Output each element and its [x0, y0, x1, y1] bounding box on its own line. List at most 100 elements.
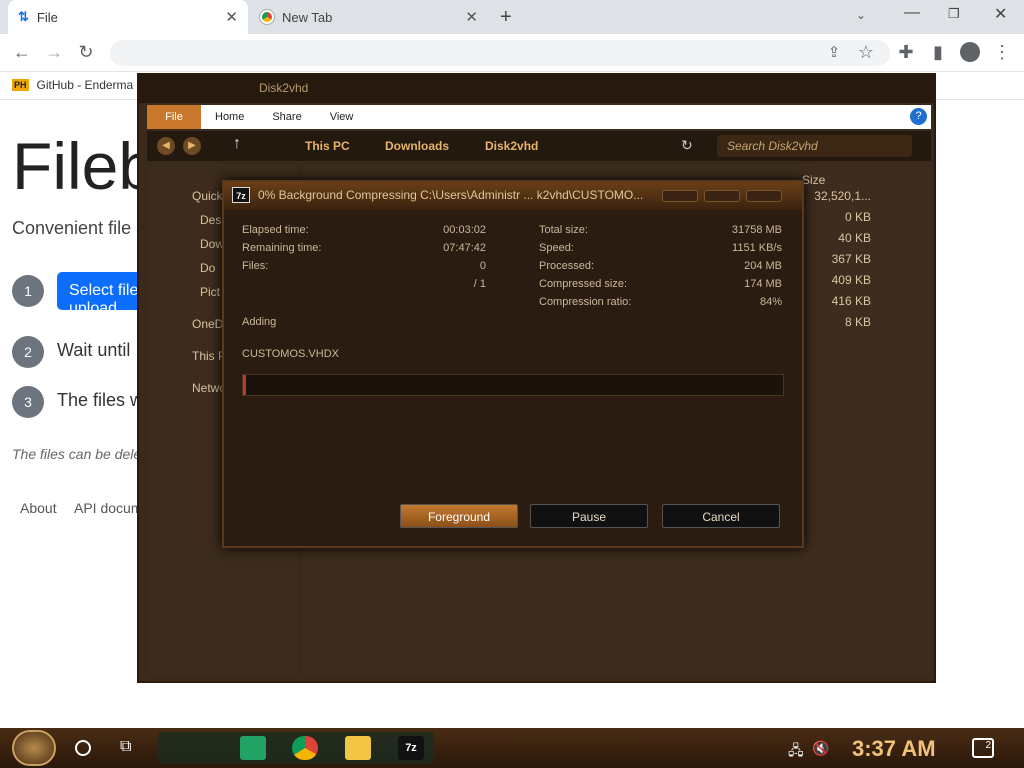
- nav-item-documents[interactable]: Do: [200, 261, 215, 275]
- cancel-button[interactable]: Cancel: [662, 504, 780, 528]
- file-size: 367 KB: [831, 252, 871, 266]
- start-button[interactable]: [12, 730, 56, 766]
- file-size: 416 KB: [831, 294, 871, 308]
- menu-icon[interactable]: ⋮: [990, 42, 1014, 63]
- side-panel-icon[interactable]: ▮: [926, 42, 950, 63]
- footer-link-about[interactable]: About: [20, 500, 57, 516]
- breadcrumb-downloads[interactable]: Downloads: [385, 139, 449, 153]
- spreadsheet-icon[interactable]: [240, 736, 266, 760]
- 7zip-icon: 7z: [232, 187, 250, 203]
- 7zip-icon[interactable]: 7z: [398, 736, 424, 760]
- minimize-button[interactable]: —: [904, 4, 920, 22]
- current-file: CUSTOMOS.VHDX: [242, 348, 339, 360]
- compression-ratio-value: 84%: [759, 296, 782, 308]
- ribbon: File Home Share View ?: [147, 105, 931, 129]
- help-icon[interactable]: ?: [910, 108, 927, 125]
- remaining-value: 07:47:42: [443, 242, 486, 254]
- network-icon[interactable]: 🖧: [788, 740, 804, 764]
- forward-icon[interactable]: →: [42, 42, 66, 63]
- ribbon-tab-file[interactable]: File: [147, 105, 201, 129]
- compressed-size-value: 174 MB: [744, 278, 782, 290]
- task-view-icon[interactable]: ⧉: [120, 738, 131, 756]
- search-field[interactable]: Search Disk2vhd: [717, 135, 912, 157]
- forward-icon[interactable]: ▶: [183, 137, 201, 155]
- breadcrumb-disk2vhd[interactable]: Disk2vhd: [485, 139, 538, 153]
- window-title: Disk2vhd: [139, 75, 934, 103]
- nav-item-desktop[interactable]: Des: [200, 213, 221, 227]
- share-icon[interactable]: ⇪: [822, 43, 846, 61]
- elapsed-label: Elapsed time:: [242, 224, 309, 236]
- progress-bar: [242, 374, 784, 396]
- new-tab-button[interactable]: +: [500, 6, 512, 29]
- remaining-label: Remaining time:: [242, 242, 322, 254]
- tab-title: File: [36, 9, 58, 25]
- ribbon-tab-share[interactable]: Share: [258, 105, 315, 129]
- upload-arrows-icon: ⇅: [18, 9, 29, 24]
- notifications-icon[interactable]: 2: [972, 738, 994, 758]
- chrome-icon: [259, 9, 275, 25]
- total-size-label: Total size:: [539, 224, 588, 236]
- up-icon[interactable]: ↑: [233, 135, 241, 153]
- search-circle-icon[interactable]: [75, 740, 91, 756]
- step-number: 2: [12, 336, 44, 368]
- profile-avatar[interactable]: [960, 42, 980, 62]
- speed-value: 1151 KB/s: [732, 242, 782, 254]
- ribbon-tab-view[interactable]: View: [316, 105, 368, 129]
- bookmark-star-icon[interactable]: ☆: [854, 42, 878, 63]
- nav-item-onedrive[interactable]: OneD: [192, 317, 223, 331]
- column-header-size[interactable]: Size: [802, 173, 825, 187]
- file-size: 8 KB: [844, 315, 871, 329]
- step-number: 3: [12, 386, 44, 418]
- maximize-button[interactable]: [704, 190, 740, 202]
- nav-item-downloads[interactable]: Dow: [200, 237, 224, 251]
- tab-filebin[interactable]: ⇅ File ✕: [8, 0, 248, 34]
- nav-item-pictures[interactable]: Pict: [200, 285, 220, 299]
- chrome-icon[interactable]: [292, 736, 318, 760]
- speed-label: Speed:: [539, 242, 574, 254]
- nav-item-network[interactable]: Netwo: [192, 381, 226, 395]
- back-icon[interactable]: ←: [10, 42, 34, 63]
- files-value: 0: [479, 260, 486, 272]
- tab-new-tab[interactable]: New Tab ✕: [252, 0, 488, 34]
- elapsed-value: 00:03:02: [443, 224, 486, 236]
- compression-dialog: 0% Background Compressing C:\Users\Admin…: [222, 180, 804, 548]
- nav-item-this-pc[interactable]: This P: [192, 349, 226, 363]
- step-text: Wait until: [57, 340, 131, 360]
- tab-search-icon[interactable]: ⌄: [856, 8, 866, 22]
- close-button[interactable]: [746, 190, 782, 202]
- files-label: Files:: [242, 260, 269, 272]
- file-size: 0 KB: [844, 210, 871, 224]
- extensions-icon[interactable]: ✚: [894, 42, 918, 63]
- ribbon-tab-home[interactable]: Home: [201, 105, 258, 129]
- step-number: 1: [12, 275, 44, 307]
- status-text: Adding: [242, 316, 277, 328]
- reload-icon[interactable]: ↻: [74, 42, 98, 63]
- restore-button[interactable]: ❐: [948, 6, 960, 22]
- ph-icon: PH: [12, 79, 29, 91]
- refresh-icon[interactable]: ↻: [681, 137, 693, 154]
- tab-title: New Tab: [282, 9, 333, 25]
- files-total-value: / 1: [473, 278, 486, 290]
- close-window-button[interactable]: ✕: [994, 4, 1007, 24]
- file-size: 32,520,1...: [814, 189, 871, 203]
- clock[interactable]: 3:37 AM: [852, 736, 936, 762]
- pause-button[interactable]: Pause: [530, 504, 648, 528]
- back-icon[interactable]: ◀: [157, 137, 175, 155]
- bookmark-github[interactable]: PH GitHub - Enderma: [12, 78, 133, 92]
- file-size: 40 KB: [838, 231, 871, 245]
- total-size-value: 31758 MB: [731, 224, 782, 236]
- address-bar[interactable]: [110, 40, 890, 66]
- minimize-button[interactable]: [662, 190, 698, 202]
- breadcrumb-this-pc[interactable]: This PC: [305, 139, 350, 153]
- nav-item-quick-access[interactable]: Quick: [192, 189, 223, 203]
- file-size: 409 KB: [831, 273, 871, 287]
- processed-value: 204 MB: [744, 260, 782, 272]
- processed-label: Processed:: [539, 260, 595, 272]
- volume-muted-icon[interactable]: 🔇: [812, 740, 829, 757]
- folder-icon[interactable]: [345, 736, 371, 760]
- compressed-size-label: Compressed size:: [539, 278, 628, 290]
- close-tab-icon[interactable]: ✕: [225, 8, 238, 26]
- foreground-button[interactable]: Foreground: [400, 504, 518, 528]
- compression-ratio-label: Compression ratio:: [539, 296, 632, 308]
- close-tab-icon[interactable]: ✕: [465, 8, 478, 26]
